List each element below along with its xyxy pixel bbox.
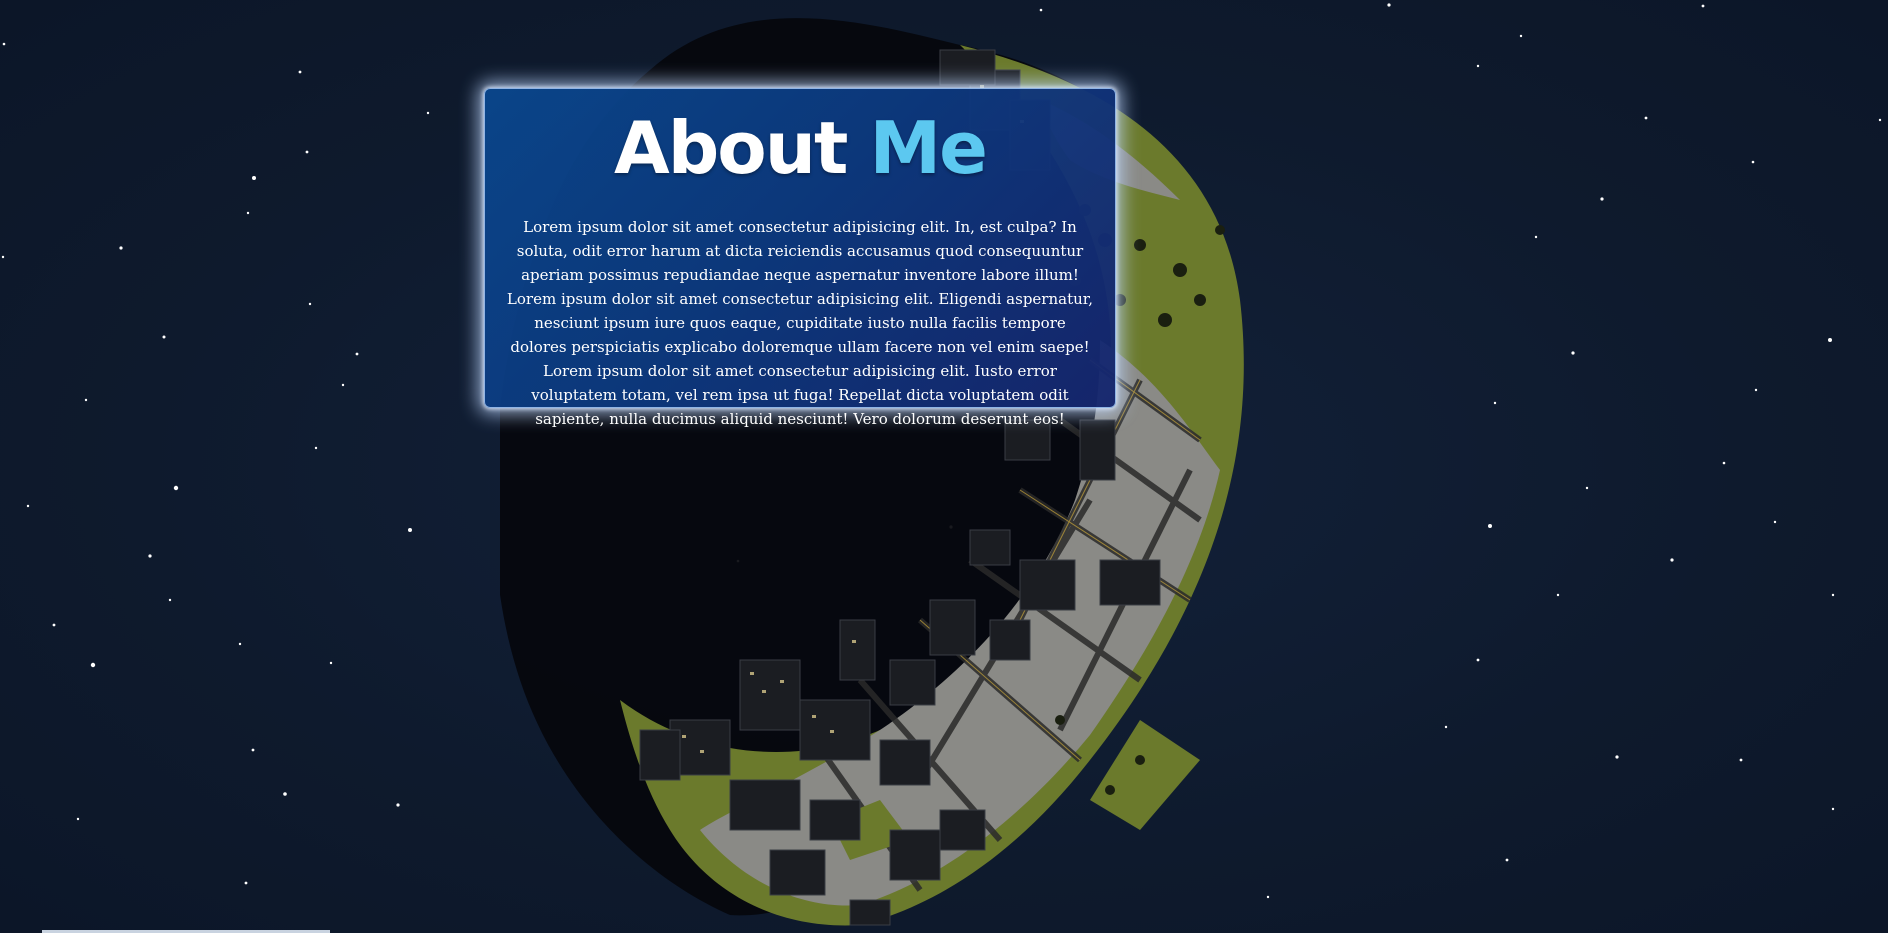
- about-me-card: About Me Lorem ipsum dolor sit amet cons…: [484, 88, 1116, 428]
- about-me-heading: About Me: [505, 103, 1095, 193]
- about-heading-main: About: [614, 106, 848, 190]
- about-heading-accent: Me: [869, 106, 988, 190]
- space-background: About Me Lorem ipsum dolor sit amet cons…: [0, 0, 1888, 933]
- about-me-paragraph: Lorem ipsum dolor sit amet consectetur a…: [506, 218, 1094, 428]
